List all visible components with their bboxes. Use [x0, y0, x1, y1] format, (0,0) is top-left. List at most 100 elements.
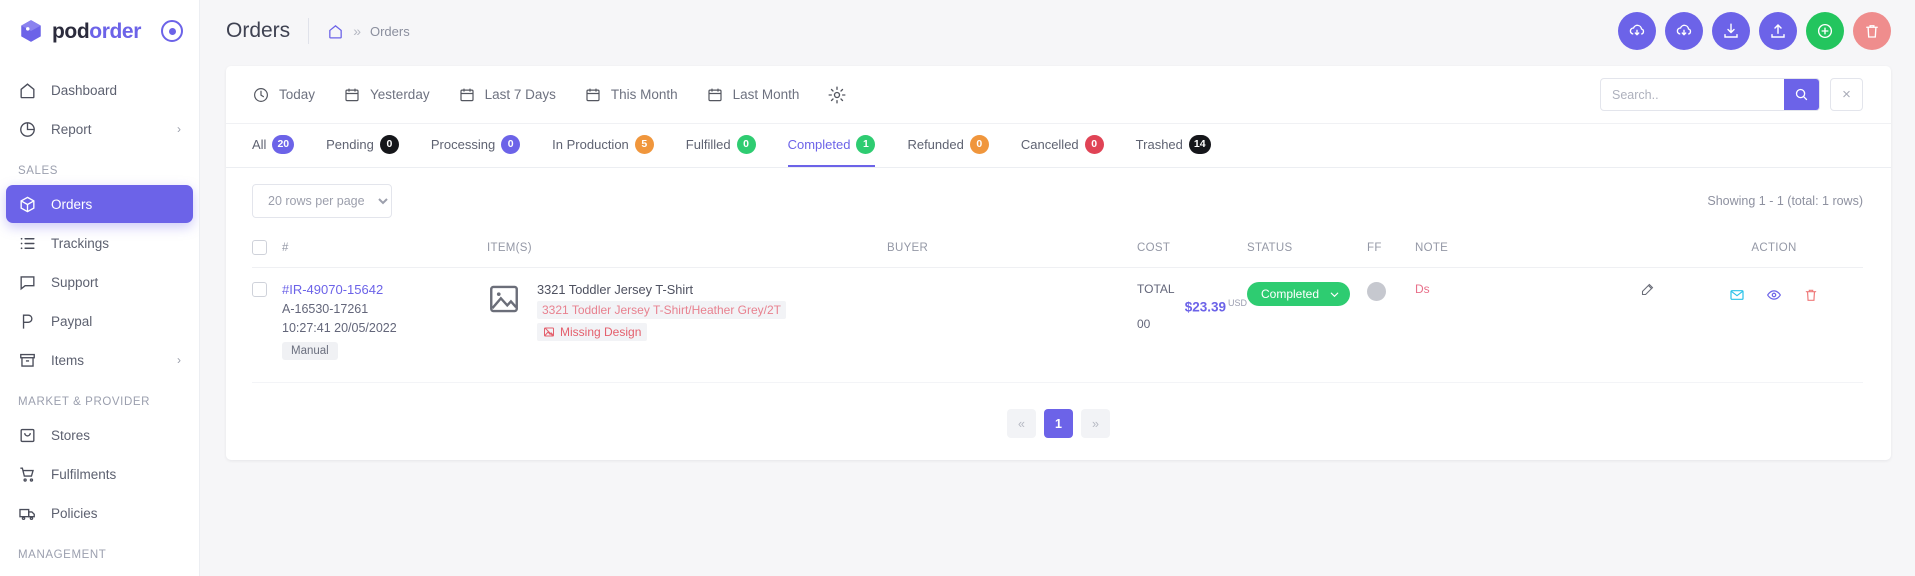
row-actions-cell	[1685, 267, 1863, 383]
plus-circle-icon	[1817, 23, 1833, 39]
tab-label: Trashed	[1135, 136, 1183, 152]
sidebar-item-dashboard[interactable]: Dashboard	[6, 71, 193, 109]
search-submit-button[interactable]	[1784, 79, 1819, 110]
order-reference: A-16530-17261	[282, 302, 369, 316]
tab-all[interactable]: All 20	[252, 124, 295, 167]
tab-processing[interactable]: Processing 0	[431, 124, 521, 167]
item-missing-design-label: Missing Design	[560, 325, 642, 339]
mail-icon[interactable]	[1729, 287, 1745, 303]
tab-fulfilled[interactable]: Fulfilled 0	[686, 124, 756, 167]
tab-completed[interactable]: Completed 1	[787, 124, 876, 167]
add-button[interactable]	[1806, 12, 1844, 50]
tab-label: Completed	[787, 136, 851, 152]
tab-count-badge: 1	[856, 134, 876, 154]
select-all-checkbox[interactable]	[252, 240, 267, 255]
filter-last-month[interactable]: Last Month	[706, 86, 800, 104]
sidebar-item-trackings[interactable]: Trackings	[6, 224, 193, 262]
tab-label: Pending	[326, 136, 374, 152]
eye-icon[interactable]	[1766, 287, 1782, 303]
search-box	[1600, 78, 1820, 111]
delete-button[interactable]	[1853, 12, 1891, 50]
row-cost-cell: TOTAL $23.39 USD 00	[1137, 267, 1247, 383]
chevron-right-icon: ›	[177, 122, 181, 136]
calendar-icon	[708, 88, 722, 101]
sidebar-item-paypal[interactable]: Paypal	[6, 302, 193, 340]
order-timestamp: 10:27:41 20/05/2022	[282, 321, 397, 335]
sidebar-group-sales: SALES	[18, 165, 59, 177]
tab-trashed[interactable]: Trashed 14	[1136, 124, 1211, 167]
paypal-icon	[22, 313, 33, 329]
title-divider	[308, 18, 310, 44]
cost-amount: $23.39 USD	[1137, 298, 1247, 315]
tab-count-badge: 0	[379, 134, 399, 154]
clear-search-button[interactable]: ×	[1830, 78, 1863, 111]
cost-amount-value: $23.39	[1184, 299, 1226, 315]
sidebar-item-stores[interactable]: Stores	[6, 416, 193, 454]
sidebar-item-label: Fulfilments	[51, 466, 117, 482]
filter-label: Today	[279, 87, 316, 102]
tab-in-production[interactable]: In Production 5	[552, 124, 654, 167]
cart-icon	[20, 466, 34, 482]
search-input[interactable]	[1601, 79, 1784, 110]
pagination-page-1[interactable]: 1	[1044, 409, 1073, 438]
filter-today[interactable]: Today	[252, 86, 315, 104]
edit-icon[interactable]	[1640, 282, 1655, 297]
sidebar-item-label: Paypal	[51, 313, 93, 329]
filter-bar: Today Yesterday Last 7 Days This Month L…	[226, 66, 1891, 124]
column-ff: FF	[1367, 230, 1415, 268]
filter-yesterday[interactable]: Yesterday	[343, 86, 430, 104]
filter-label: Last Month	[732, 87, 800, 102]
table-header-row: # ITEM(S) BUYER COST STATUS FF NOTE ACTI…	[252, 230, 1863, 268]
sidebar-item-orders[interactable]: Orders	[6, 185, 193, 223]
download-icon	[1724, 23, 1738, 38]
download-button[interactable]	[1712, 12, 1750, 50]
upload-button[interactable]	[1759, 12, 1797, 50]
search-area: ×	[1600, 78, 1863, 111]
sidebar: podorder Dashboard Report › SALES Orders…	[0, 0, 200, 576]
brand-name-second: order	[89, 19, 141, 43]
row-items-cell: 3321 Toddler Jersey T-Shirt 3321 Toddler…	[487, 267, 887, 383]
pagination-next-button[interactable]: »	[1081, 409, 1110, 438]
home-icon[interactable]	[327, 23, 344, 40]
row-checkbox[interactable]	[252, 282, 267, 297]
app-root: podorder Dashboard Report › SALES Orders…	[0, 0, 1915, 576]
item-variant: 3321 Toddler Jersey T-Shirt/Heather Grey…	[537, 301, 787, 319]
table-toolbar: 20 rows per page 50 rows per page 100 ro…	[226, 168, 1891, 230]
search-icon	[1795, 88, 1808, 101]
pagination-prev-button[interactable]: «	[1007, 409, 1036, 438]
tab-label: All	[252, 136, 267, 152]
collapse-sidebar-button[interactable]	[161, 20, 183, 42]
column-action: ACTION	[1685, 230, 1863, 268]
sidebar-item-report[interactable]: Report ›	[6, 110, 193, 148]
column-number: #	[282, 230, 487, 268]
sidebar-item-policies[interactable]: Policies	[6, 494, 193, 532]
tab-cancelled[interactable]: Cancelled 0	[1021, 124, 1104, 167]
tab-count-badge: 14	[1188, 134, 1211, 154]
cloud-download-button[interactable]	[1618, 12, 1656, 50]
order-id-link[interactable]: #IR-49070-15642	[282, 282, 487, 297]
trash-icon[interactable]	[1803, 287, 1819, 303]
sidebar-group-market: MARKET & PROVIDER	[18, 396, 151, 408]
tab-count-badge: 20	[272, 134, 295, 154]
column-note: NOTE	[1415, 230, 1685, 268]
sidebar-item-items[interactable]: Items ›	[6, 341, 193, 379]
truck-icon	[19, 508, 35, 520]
trash-icon	[1866, 25, 1878, 38]
tab-refunded[interactable]: Refunded 0	[907, 124, 989, 167]
tab-pending[interactable]: Pending 0	[326, 124, 399, 167]
gear-icon[interactable]	[827, 85, 847, 105]
orders-card: Today Yesterday Last 7 Days This Month L…	[226, 66, 1891, 460]
sidebar-item-support[interactable]: Support	[6, 263, 193, 301]
page-title: Orders	[226, 19, 291, 42]
sidebar-item-label: Stores	[51, 427, 91, 443]
status-badge[interactable]: Completed	[1247, 282, 1351, 306]
sidebar-item-fulfilments[interactable]: Fulfilments	[6, 455, 193, 493]
filter-this-month[interactable]: This Month	[584, 86, 678, 104]
rows-per-page-select[interactable]: 20 rows per page 50 rows per page 100 ro…	[252, 184, 392, 218]
cloud-sync-button[interactable]	[1665, 12, 1703, 50]
ff-avatar[interactable]	[1367, 282, 1386, 301]
collapse-dot-icon	[168, 27, 176, 35]
filter-last-7-days[interactable]: Last 7 Days	[458, 86, 556, 104]
tab-label: Fulfilled	[685, 136, 731, 152]
clock-icon	[254, 87, 268, 102]
